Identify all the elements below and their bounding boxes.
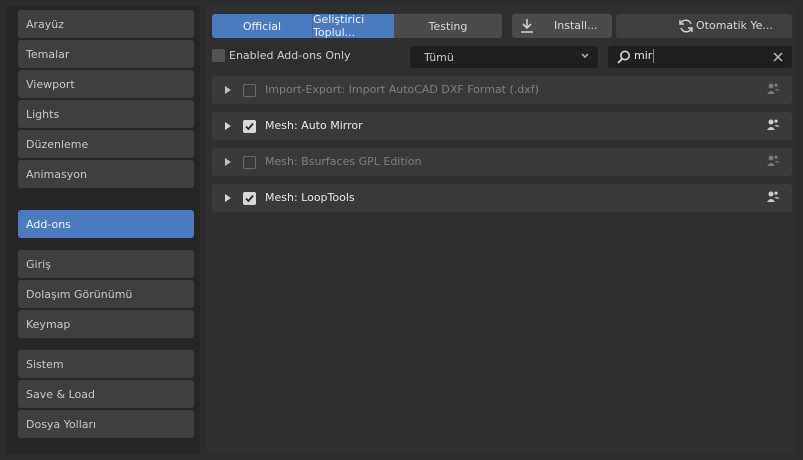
- sidebar-item-sistem[interactable]: Sistem: [18, 350, 194, 378]
- sidebar-group-addons: Add-ons: [18, 210, 194, 240]
- user-icon: [766, 82, 780, 96]
- addon-name: Mesh: LoopTools: [265, 191, 355, 204]
- download-icon: [520, 18, 534, 34]
- enabled-only-toggle[interactable]: Enabled Add-ons Only: [212, 49, 351, 62]
- category-dropdown[interactable]: Tümü: [410, 46, 598, 68]
- enabled-only-checkbox[interactable]: [212, 49, 225, 62]
- filter-row: Enabled Add-ons Only Tümü mir: [212, 46, 792, 68]
- sidebar-item-duzenleme[interactable]: Düzenleme: [18, 130, 194, 158]
- repository-toolbar: Official Geliştirici Toplul... Testing I…: [212, 12, 792, 38]
- expand-arrow-icon[interactable]: [224, 157, 232, 167]
- sidebar-group-interface: Arayüz Temalar Viewport Lights Düzenleme…: [18, 10, 194, 190]
- search-input[interactable]: mir: [634, 49, 655, 63]
- addon-row[interactable]: Mesh: Auto Mirror: [212, 112, 792, 140]
- sidebar-item-temalar[interactable]: Temalar: [18, 40, 194, 68]
- addon-name: Mesh: Bsurfaces GPL Edition: [265, 155, 422, 168]
- tab-official[interactable]: Official: [212, 14, 312, 38]
- sidebar-item-keymap[interactable]: Keymap: [18, 310, 194, 338]
- addon-row[interactable]: Import-Export: Import AutoCAD DXF Format…: [212, 76, 792, 104]
- addon-row[interactable]: Mesh: Bsurfaces GPL Edition: [212, 148, 792, 176]
- expand-arrow-icon[interactable]: [224, 121, 232, 131]
- install-button[interactable]: Install...: [512, 14, 612, 38]
- addon-enable-checkbox[interactable]: [243, 120, 256, 133]
- addon-row[interactable]: Mesh: LoopTools: [212, 184, 792, 212]
- addon-enable-checkbox[interactable]: [243, 84, 256, 97]
- sidebar-item-save-load[interactable]: Save & Load: [18, 380, 194, 408]
- sidebar-group-input: Giriş Dolaşım Görünümü Keymap: [18, 250, 194, 340]
- category-value: Tümü: [424, 50, 454, 64]
- sidebar-item-arayuz[interactable]: Arayüz: [18, 10, 194, 38]
- install-label: Install...: [554, 19, 598, 32]
- addons-panel: Official Geliştirici Toplul... Testing I…: [206, 6, 797, 454]
- sidebar-item-dosya-yollari[interactable]: Dosya Yolları: [18, 410, 194, 438]
- sidebar-item-lights[interactable]: Lights: [18, 100, 194, 128]
- tab-testing[interactable]: Testing: [394, 14, 502, 38]
- close-icon[interactable]: [772, 51, 784, 63]
- user-icon: [766, 118, 780, 132]
- expand-arrow-icon[interactable]: [224, 85, 232, 95]
- sidebar-group-system: Sistem Save & Load Dosya Yolları: [18, 350, 194, 440]
- search-icon: [616, 49, 632, 65]
- enabled-only-label: Enabled Add-ons Only: [229, 49, 351, 62]
- addon-enable-checkbox[interactable]: [243, 156, 256, 169]
- preferences-sidebar: Arayüz Temalar Viewport Lights Düzenleme…: [6, 6, 200, 454]
- addon-name: Import-Export: Import AutoCAD DXF Format…: [265, 83, 539, 96]
- auto-update-button[interactable]: Otomatik Ye...: [616, 14, 792, 38]
- preferences-window: Arayüz Temalar Viewport Lights Düzenleme…: [0, 0, 803, 460]
- sidebar-item-viewport[interactable]: Viewport: [18, 70, 194, 98]
- search-field[interactable]: mir: [608, 46, 792, 68]
- refresh-icon: [678, 18, 694, 34]
- addon-name: Mesh: Auto Mirror: [265, 119, 363, 132]
- addon-enable-checkbox[interactable]: [243, 192, 256, 205]
- user-icon: [766, 190, 780, 204]
- sidebar-item-giris[interactable]: Giriş: [18, 250, 194, 278]
- auto-update-label: Otomatik Ye...: [696, 19, 773, 32]
- tab-community[interactable]: Geliştirici Toplul...: [312, 14, 394, 38]
- user-icon: [766, 154, 780, 168]
- repository-tabs: Official Geliştirici Toplul... Testing: [212, 14, 502, 38]
- sidebar-item-dolasim-gorunumu[interactable]: Dolaşım Görünümü: [18, 280, 194, 308]
- expand-arrow-icon[interactable]: [224, 193, 232, 203]
- chevron-down-icon: [580, 50, 590, 62]
- sidebar-item-add-ons[interactable]: Add-ons: [18, 210, 194, 238]
- sidebar-item-animasyon[interactable]: Animasyon: [18, 160, 194, 188]
